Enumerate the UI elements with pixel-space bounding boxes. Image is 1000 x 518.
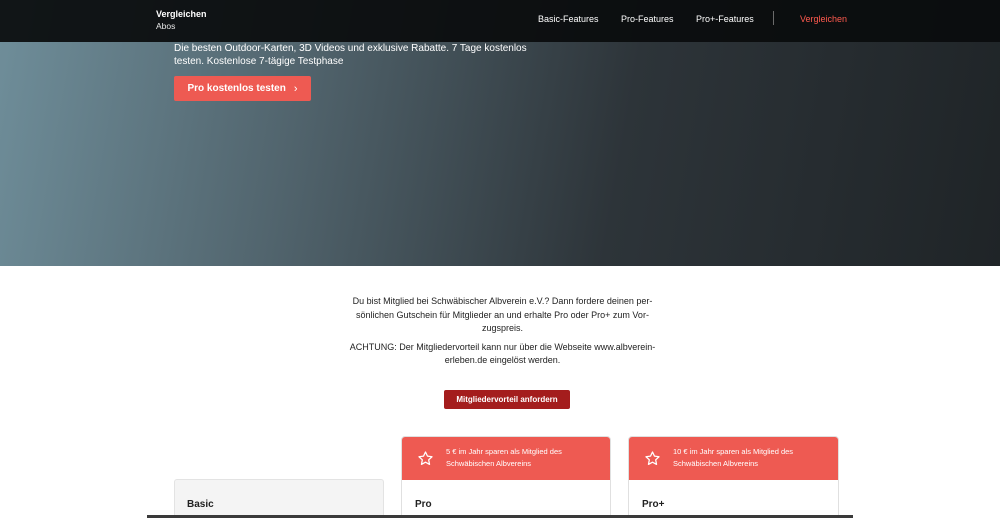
plan-title-proplus: Pro+ <box>642 499 665 510</box>
nav-link-vergleichen[interactable]: Vergleichen <box>800 14 847 24</box>
member-info: Du bist Mitglied bei Schwäbischer Albver… <box>340 295 665 368</box>
nav-link-pro-features[interactable]: Pro-Features <box>621 14 674 24</box>
plan-card-pro: 5 € im Jahr sparen als Mitglied des Schw… <box>401 436 611 518</box>
plan-promo-proplus: 10 € im Jahr sparen als Mitglied des Sch… <box>629 437 838 480</box>
plan-title-basic: Basic <box>187 499 214 510</box>
plan-card-basic: Basic <box>174 479 384 518</box>
nav-brand[interactable]: Vergleichen Abos <box>156 8 207 32</box>
pro-trial-button[interactable]: Pro kostenlos testen › <box>174 76 311 101</box>
star-icon <box>645 451 660 466</box>
nav-divider <box>773 11 774 25</box>
nav-brand-subtitle: Abos <box>156 21 176 31</box>
hero-description: Die besten Outdoor-Karten, 3D Videos und… <box>174 43 527 67</box>
plan-title-pro: Pro <box>415 499 432 510</box>
star-icon <box>418 451 433 466</box>
plan-promo-pro: 5 € im Jahr sparen als Mitglied des Schw… <box>402 437 610 480</box>
request-member-benefit-button[interactable]: Mitgliedervorteil anfordern <box>444 390 570 409</box>
plan-promo-text-pro: 5 € im Jahr sparen als Mitglied des Schw… <box>446 447 562 468</box>
pro-trial-label: Pro kostenlos testen <box>187 83 286 94</box>
top-navigation: Vergleichen Abos Basic-Features Pro-Feat… <box>0 0 1000 42</box>
nav-brand-title: Vergleichen <box>156 9 207 19</box>
nav-link-proplus-features[interactable]: Pro+-Features <box>696 14 754 24</box>
chevron-right-icon: › <box>293 82 298 95</box>
member-notice-text: ACHTUNG: Der Mitgliedervorteil kann nur … <box>349 341 656 366</box>
nav-link-basic-features[interactable]: Basic-Features <box>538 14 599 24</box>
member-info-text: Du bist Mitglied bei Schwäbischer Albver… <box>352 296 653 333</box>
plan-card-proplus: 10 € im Jahr sparen als Mitglied des Sch… <box>628 436 839 518</box>
plan-promo-text-proplus: 10 € im Jahr sparen als Mitglied des Sch… <box>673 447 794 468</box>
